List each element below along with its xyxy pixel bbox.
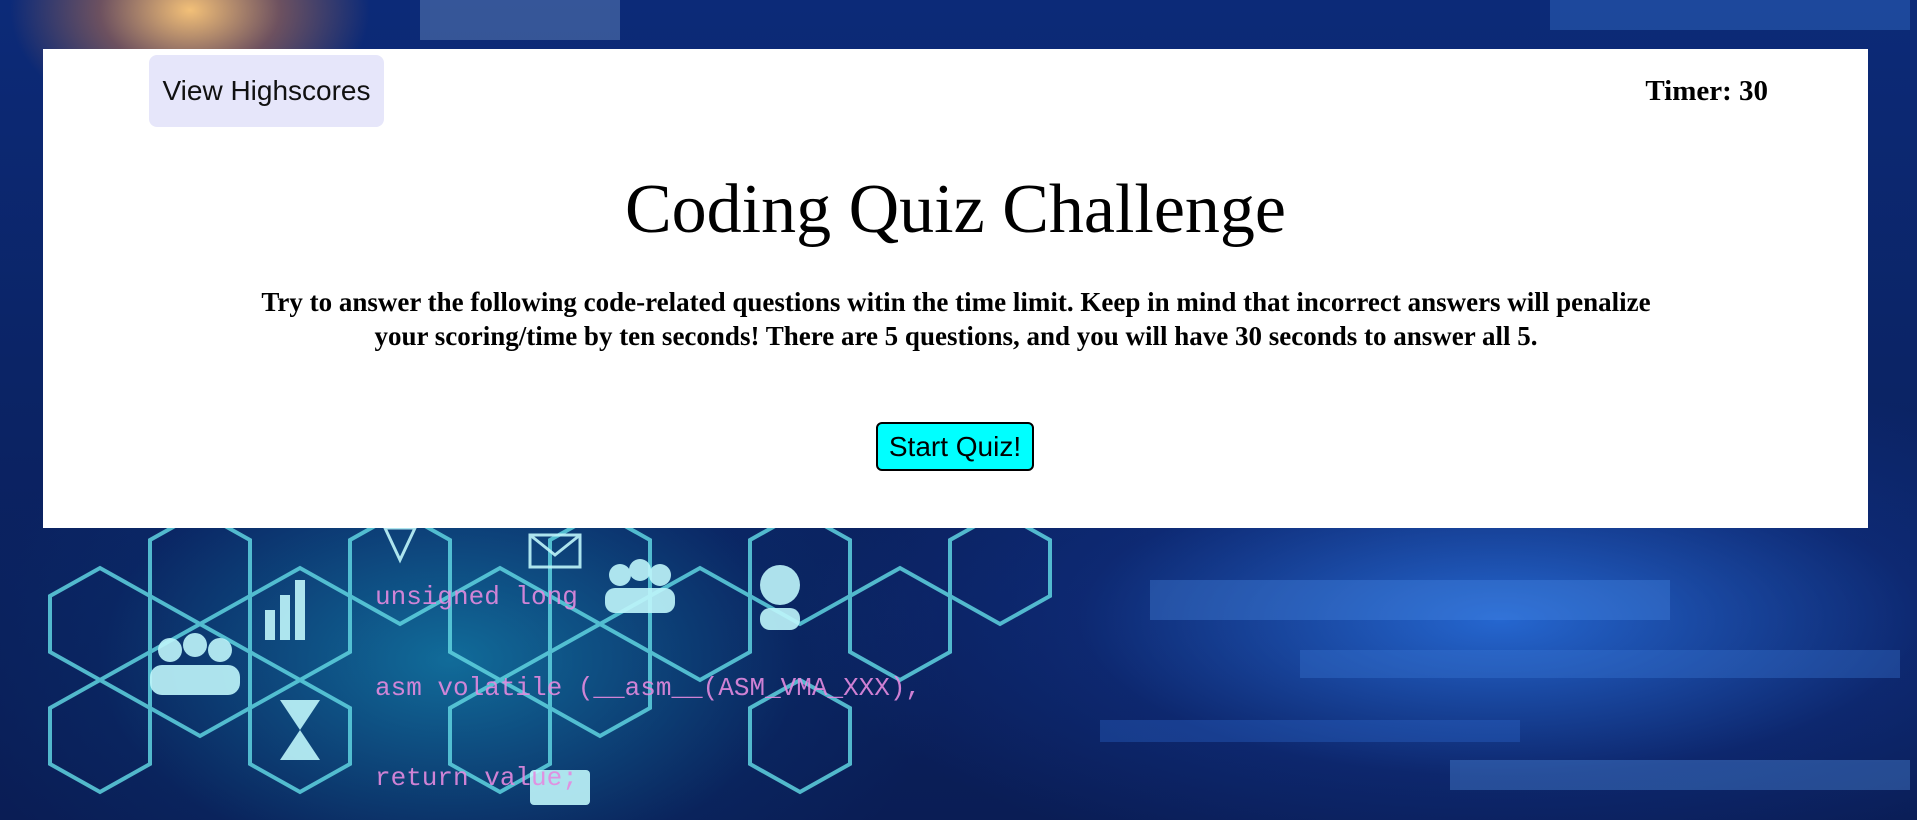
code-line-1: unsigned long [375, 582, 578, 612]
hourglass-icon [280, 700, 320, 730]
timer-value: 30 [1739, 75, 1768, 107]
start-quiz-button[interactable]: Start Quiz! [876, 422, 1034, 471]
bar-chart-icon [265, 610, 275, 640]
quiz-instructions: Try to answer the following code-related… [261, 287, 1651, 351]
view-highscores-button[interactable]: View Highscores [149, 55, 384, 127]
person-icon [760, 565, 800, 605]
people-icon [158, 638, 182, 662]
page-title: Coding Quiz Challenge [624, 171, 1286, 248]
code-line-3: return value; [375, 763, 578, 793]
timer-display: Timer: 30 [1645, 75, 1768, 108]
code-line-2: asm volatile (__asm__(ASM_VMA_XXX), [375, 673, 921, 703]
timer-label: Timer: [1645, 75, 1732, 107]
quiz-card: View Highscores Timer: 30 Coding Quiz Ch… [43, 49, 1868, 528]
